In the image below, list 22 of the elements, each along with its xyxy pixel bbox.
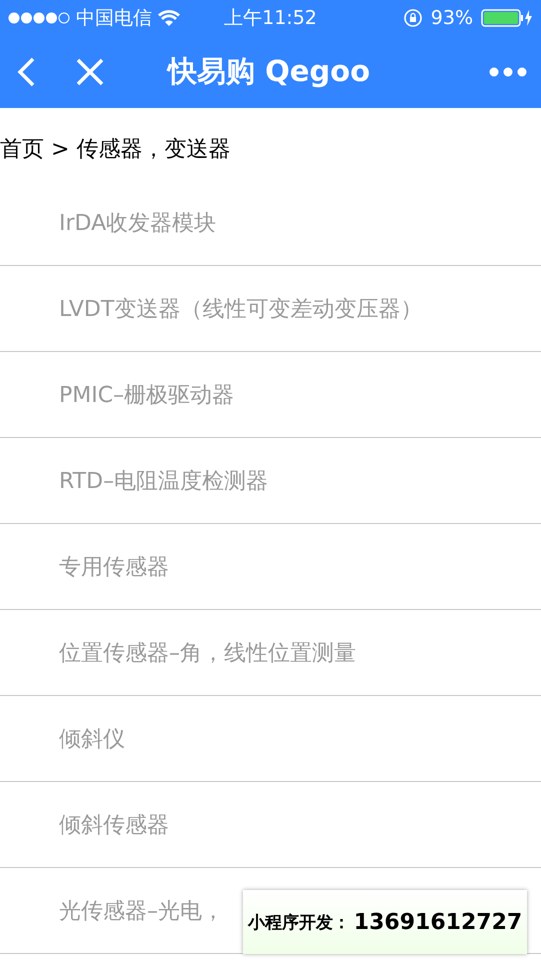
category-item[interactable]: 位置传感器–角，线性位置测量 (0, 610, 541, 696)
breadcrumb: 首页 > 传感器，变送器 (0, 136, 232, 164)
back-icon[interactable] (16, 57, 36, 87)
category-item[interactable]: 倾斜仪 (0, 696, 541, 782)
category-item[interactable]: RTD–电阻温度检测器 (0, 438, 541, 524)
wifi-icon (158, 10, 180, 26)
battery-percent: 93% (430, 7, 473, 29)
category-item[interactable]: LVDT变送器（线性可变差动变压器） (0, 266, 541, 352)
page-title: 快易购 Qegoo (168, 53, 372, 90)
category-item[interactable]: IrDA收发器模块 (0, 180, 541, 266)
badge-label: 小程序开发： (248, 912, 350, 934)
carrier-name: 中国电信 (76, 6, 152, 31)
rotation-lock-icon (402, 8, 423, 28)
signal-icon (8, 12, 70, 24)
battery-icon (481, 9, 533, 27)
clock-time: 上午11:52 (224, 6, 317, 31)
phone-number: 13691612727 (354, 910, 522, 934)
more-icon[interactable] (489, 67, 527, 77)
category-item[interactable]: PMIC–栅极驱动器 (0, 352, 541, 438)
close-icon[interactable] (76, 58, 104, 86)
category-item[interactable]: 专用传感器 (0, 524, 541, 610)
category-item[interactable]: 倾斜传感器 (0, 782, 541, 868)
